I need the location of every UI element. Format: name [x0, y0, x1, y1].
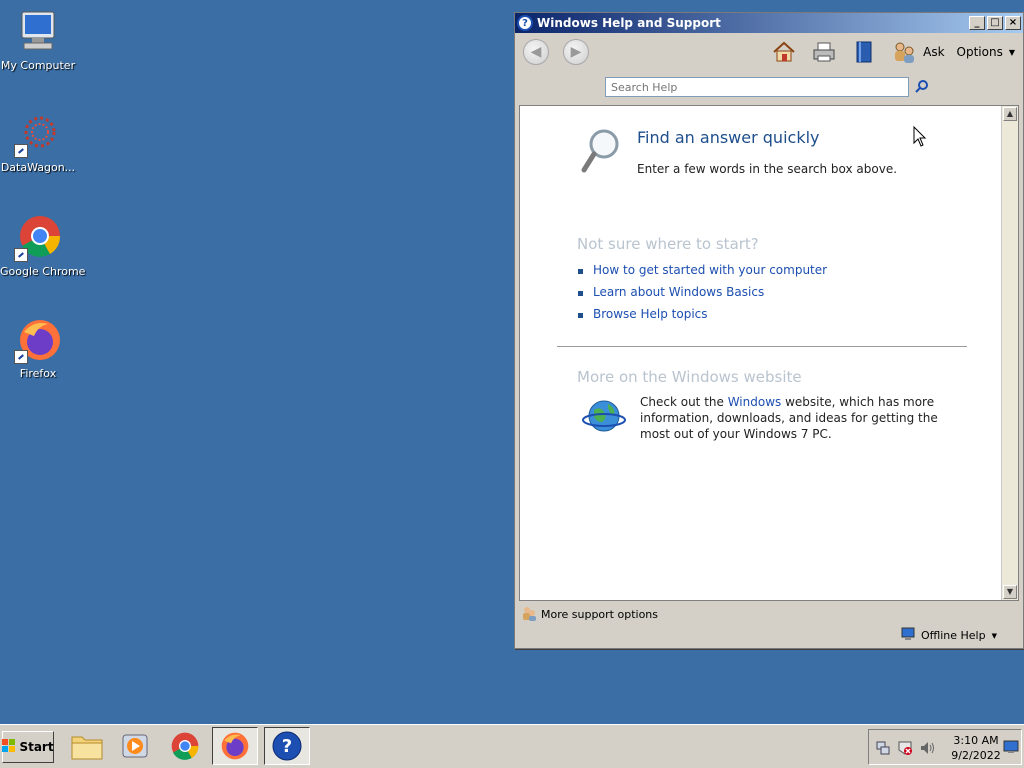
- taskbar-file-explorer[interactable]: [64, 727, 110, 765]
- start-label: Start: [19, 740, 54, 754]
- desktop-icon-label: My Computer: [0, 59, 76, 72]
- desktop-icon-firefox[interactable]: Firefox: [0, 316, 76, 380]
- support-people-icon: [521, 605, 537, 624]
- offline-help-label: Offline Help: [920, 629, 986, 642]
- ask-people-icon[interactable]: [891, 39, 917, 65]
- network-icon[interactable]: [875, 740, 891, 759]
- desktop-icon-my-computer[interactable]: My Computer: [0, 8, 76, 72]
- desktop-icon-label: Google Chrome: [0, 265, 86, 278]
- chevron-down-icon: ▼: [991, 631, 997, 640]
- action-center-icon[interactable]: [897, 740, 913, 759]
- find-answer-heading: Find an answer quickly: [637, 128, 820, 147]
- browse-help-book-icon[interactable]: [851, 39, 877, 65]
- mouse-cursor-icon: [913, 125, 927, 151]
- link-browse-topics[interactable]: Browse Help topics: [593, 307, 708, 321]
- clock-time: 3:10 AM: [953, 734, 999, 747]
- system-tray: 3:10 AM 9/2/2022: [868, 729, 1022, 765]
- forward-button[interactable]: ▶: [563, 39, 589, 65]
- folder-icon: [71, 736, 103, 760]
- help-content: Find an answer quickly Enter a few words…: [519, 105, 1019, 601]
- taskbar-help-support[interactable]: ?: [264, 727, 310, 765]
- window-titlebar[interactable]: ? Windows Help and Support _ □ ×: [515, 13, 1023, 33]
- shortcut-arrow-icon: [14, 248, 28, 262]
- media-player-icon: [122, 734, 148, 758]
- taskbar: Start ? 3:10 AM 9/2/2022: [0, 724, 1024, 768]
- window-title: Windows Help and Support: [537, 16, 721, 30]
- start-button[interactable]: Start: [2, 731, 54, 763]
- bullet-icon: [578, 269, 583, 274]
- link-get-started[interactable]: How to get started with your computer: [593, 263, 827, 277]
- start-section-heading: Not sure where to start?: [577, 235, 759, 253]
- chevron-down-icon[interactable]: ▼: [1009, 48, 1015, 57]
- shortcut-arrow-icon: [14, 350, 28, 364]
- close-button[interactable]: ×: [1005, 16, 1021, 30]
- find-answer-subtitle: Enter a few words in the search box abov…: [637, 162, 898, 176]
- computer-icon: [14, 8, 62, 56]
- globe-icon: [582, 396, 626, 439]
- desktop-icon-label: Firefox: [19, 367, 57, 380]
- clock[interactable]: 3:10 AM 9/2/2022: [949, 733, 1003, 763]
- clock-date: 9/2/2022: [951, 749, 1001, 762]
- link-windows-basics[interactable]: Learn about Windows Basics: [593, 285, 764, 299]
- options-button[interactable]: Options: [957, 45, 1003, 59]
- maximize-button[interactable]: □: [987, 16, 1003, 30]
- datawagon-icon: [14, 110, 62, 158]
- search-row: [515, 71, 1023, 103]
- svg-text:?: ?: [282, 736, 292, 757]
- desktop-icon-chrome[interactable]: Google Chrome: [0, 214, 86, 278]
- help-question-icon: ?: [272, 731, 302, 761]
- website-text-before: Check out the: [640, 395, 728, 409]
- back-button[interactable]: ◀: [523, 39, 549, 65]
- desktop-icon-datawagon[interactable]: DataWagon...: [0, 110, 76, 174]
- bullet-icon: [578, 313, 583, 318]
- show-desktop-icon[interactable]: [1003, 740, 1019, 757]
- home-icon[interactable]: [771, 39, 797, 65]
- website-section-heading: More on the Windows website: [577, 368, 802, 386]
- minimize-button[interactable]: _: [969, 16, 985, 30]
- scroll-up-button[interactable]: ▲: [1003, 107, 1017, 121]
- firefox-icon: [14, 316, 62, 364]
- chrome-icon: [14, 214, 62, 262]
- help-question-icon: ?: [517, 15, 533, 31]
- offline-help-menu[interactable]: Offline Help ▼: [901, 627, 997, 644]
- print-icon[interactable]: [811, 39, 837, 65]
- chrome-icon: [171, 732, 199, 760]
- section-divider: [557, 346, 967, 347]
- search-icon[interactable]: [915, 79, 929, 93]
- windows-logo-icon: [2, 738, 16, 756]
- shortcut-arrow-icon: [14, 144, 28, 158]
- taskbar-firefox[interactable]: [212, 727, 258, 765]
- volume-icon[interactable]: [919, 740, 935, 759]
- taskbar-media-player[interactable]: [112, 727, 158, 765]
- more-support-options[interactable]: More support options: [521, 605, 658, 624]
- offline-computer-icon: [901, 627, 917, 644]
- toolbar: ◀ ▶ Ask Options ▼: [515, 33, 1023, 71]
- help-window: ? Windows Help and Support _ □ × ◀ ▶ Ask…: [514, 12, 1024, 649]
- taskbar-chrome[interactable]: [162, 727, 208, 765]
- ask-button[interactable]: Ask: [923, 45, 944, 59]
- bullet-icon: [578, 291, 583, 296]
- website-description: Check out the Windows website, which has…: [640, 394, 970, 442]
- scroll-down-button[interactable]: ▼: [1003, 585, 1017, 599]
- content-scrollbar[interactable]: ▲ ▼: [1001, 106, 1018, 600]
- magnifier-icon: [580, 126, 624, 177]
- search-input[interactable]: [605, 77, 909, 97]
- desktop-icon-label: DataWagon...: [0, 161, 76, 174]
- link-windows-website[interactable]: Windows: [728, 395, 782, 409]
- firefox-icon: [221, 732, 249, 760]
- more-support-label: More support options: [541, 608, 659, 621]
